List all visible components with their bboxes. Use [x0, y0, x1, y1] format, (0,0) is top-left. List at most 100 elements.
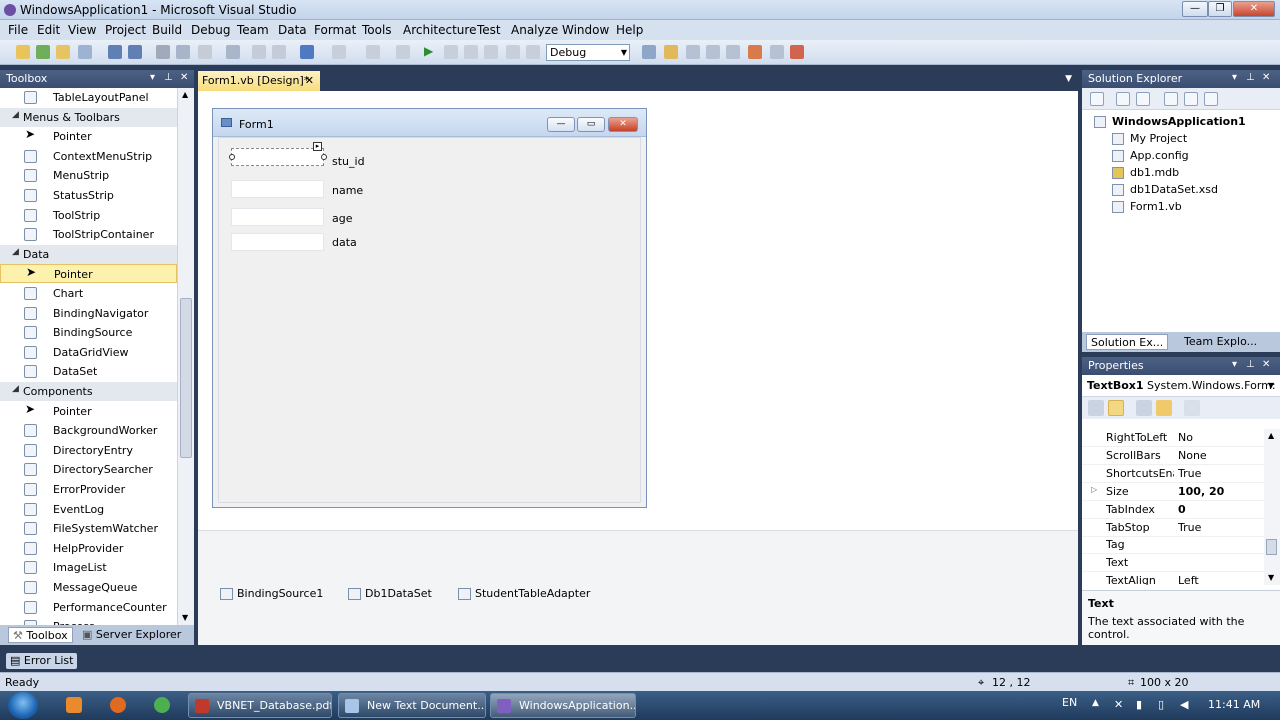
start-button[interactable]	[8, 692, 38, 719]
scroll-up-icon[interactable]: ▲	[182, 90, 188, 99]
tab-server-explorer[interactable]: ▣ Server Explorer	[78, 627, 185, 643]
events-icon[interactable]	[1156, 400, 1172, 416]
property-value[interactable]: No	[1178, 431, 1193, 444]
menu-window[interactable]: Window	[562, 23, 609, 37]
menu-view[interactable]: View	[68, 23, 96, 37]
volume-icon[interactable]: ◀	[1180, 698, 1188, 711]
new-project-icon[interactable]	[16, 45, 30, 59]
property-row-scrollbars[interactable]: ScrollBars None	[1082, 447, 1264, 465]
taskbar-clock[interactable]: 11:41 AM	[1208, 698, 1260, 711]
active-files-chevron-icon[interactable]: ▼	[1065, 74, 1072, 84]
show-all-files-icon[interactable]	[1116, 92, 1130, 106]
toolbox-category-components[interactable]: ◢ Components	[0, 382, 177, 401]
tab-form1-design[interactable]: Form1.vb [Design]* ✕	[198, 71, 320, 91]
tree-item-db1dataset-xsd[interactable]: db1DataSet.xsd	[1112, 183, 1218, 196]
toolbox-item-pointer[interactable]: ➤ Pointer	[0, 264, 177, 284]
solution-configuration-select[interactable]: Debug ▼	[546, 44, 630, 61]
toolbox-item-pointer[interactable]: ➤ Pointer	[0, 402, 177, 421]
class-diagram-icon[interactable]	[1204, 92, 1218, 106]
step-out-icon[interactable]	[526, 45, 540, 59]
smart-tag-icon[interactable]: ▸	[313, 142, 322, 151]
task-new-text-document[interactable]: New Text Document....	[338, 693, 486, 718]
menu-analyze[interactable]: Analyze	[511, 23, 558, 37]
toolbox-item-directorysearcher[interactable]: DirectorySearcher	[0, 460, 177, 479]
toolbox-item-contextmenustrip[interactable]: ContextMenuStrip	[0, 147, 177, 166]
toolbox-item-messagequeue[interactable]: MessageQueue	[0, 578, 177, 597]
task-vbnet-database-pdf[interactable]: VBNET_Database.pdf...	[188, 693, 332, 718]
network-icon[interactable]: ▮	[1136, 698, 1142, 711]
toolbox-icon[interactable]	[726, 45, 740, 59]
property-row-shortcutsenal[interactable]: ShortcutsEnal True	[1082, 465, 1264, 483]
menu-build[interactable]: Build	[152, 23, 182, 37]
label-name[interactable]: name	[332, 184, 363, 197]
form-designer-surface[interactable]: Form1 — ▭ ✕ ▸ stu_id name age data	[198, 91, 1078, 530]
minimize-button[interactable]: —	[1182, 1, 1208, 17]
expand-icon[interactable]: ▷	[1091, 485, 1097, 494]
tray-tool-icon[interactable]: ✕	[1114, 698, 1123, 711]
start-page-icon[interactable]	[748, 45, 762, 59]
scrollbar-thumb[interactable]	[180, 298, 192, 458]
window-position-icon[interactable]: ▾	[1232, 359, 1237, 370]
collapse-icon[interactable]: ◢	[12, 384, 19, 394]
menu-tools[interactable]: Tools	[362, 23, 392, 37]
scroll-down-icon[interactable]: ▼	[182, 613, 188, 622]
properties-scrollbar[interactable]: ▲ ▼	[1264, 429, 1280, 585]
close-icon[interactable]: ✕	[305, 74, 314, 87]
auto-hide-pin-icon[interactable]: ⊥	[164, 72, 173, 83]
close-icon[interactable]: ✕	[180, 72, 188, 83]
save-all-icon[interactable]	[128, 45, 142, 59]
collapse-icon[interactable]: ◢	[12, 110, 19, 120]
tree-item-db1-mdb[interactable]: db1.mdb	[1112, 166, 1179, 179]
scrollbar-thumb[interactable]	[1266, 539, 1277, 555]
paste-icon[interactable]	[198, 45, 212, 59]
property-value[interactable]: True	[1178, 521, 1201, 534]
tray-db1dataset[interactable]: Db1DataSet	[348, 587, 432, 600]
object-browser-icon[interactable]	[706, 45, 720, 59]
toolbox-item-directoryentry[interactable]: DirectoryEntry	[0, 441, 177, 460]
cut-icon[interactable]	[156, 45, 170, 59]
tree-solution-root[interactable]: WindowsApplication1	[1094, 115, 1246, 128]
copy-icon[interactable]	[176, 45, 190, 59]
redo-icon[interactable]	[332, 45, 346, 59]
tree-item-form1-vb[interactable]: Form1.vb	[1112, 200, 1182, 213]
property-row-tabindex[interactable]: TabIndex 0	[1082, 501, 1264, 519]
toolbox-item-performancecounter[interactable]: PerformanceCounter	[0, 598, 177, 617]
property-value[interactable]: 0	[1178, 503, 1186, 516]
property-row-tabstop[interactable]: TabStop True	[1082, 519, 1264, 537]
toolbox-item-pointer[interactable]: ➤ Pointer	[0, 127, 177, 146]
properties-icon[interactable]	[1090, 92, 1104, 106]
task-windowsapplication[interactable]: WindowsApplication...	[490, 693, 636, 718]
textbox-stu-id[interactable]	[231, 148, 324, 166]
error-list-tab[interactable]: ▤ Error List	[6, 653, 78, 669]
property-row-tag[interactable]: Tag	[1082, 536, 1264, 555]
battery-icon[interactable]: ▯	[1158, 698, 1164, 711]
property-row-righttoleft[interactable]: RightToLeft No	[1082, 429, 1264, 447]
add-new-item-icon[interactable]	[78, 45, 92, 59]
save-icon[interactable]	[108, 45, 122, 59]
property-row-size[interactable]: ▷ Size 100, 20	[1082, 483, 1264, 501]
label-stu-id[interactable]: stu_id	[332, 155, 365, 168]
menu-file[interactable]: File	[8, 23, 28, 37]
close-icon[interactable]: ✕	[1262, 72, 1270, 83]
step-over-icon[interactable]	[506, 45, 520, 59]
menu-format[interactable]: Format	[314, 23, 356, 37]
menu-data[interactable]: Data	[278, 23, 307, 37]
properties-window-icon[interactable]	[686, 45, 700, 59]
toolbox-item-errorprovider[interactable]: ErrorProvider	[0, 480, 177, 499]
textbox-name[interactable]	[231, 180, 324, 198]
window-position-icon[interactable]: ▾	[150, 72, 155, 83]
toolbox-item-statusstrip[interactable]: StatusStrip	[0, 186, 177, 205]
tray-bindingsource1[interactable]: BindingSource1	[220, 587, 323, 600]
property-value[interactable]: 100, 20	[1178, 485, 1224, 498]
property-pages-icon[interactable]	[1184, 400, 1200, 416]
property-row-textalign[interactable]: TextAlign Left	[1082, 572, 1264, 585]
navigate-back-icon[interactable]	[366, 45, 380, 59]
command-window-icon[interactable]	[790, 45, 804, 59]
find-icon[interactable]	[226, 45, 240, 59]
property-row-text[interactable]: Text	[1082, 554, 1264, 573]
scroll-up-icon[interactable]: ▲	[1268, 431, 1274, 440]
label-data[interactable]: data	[332, 236, 357, 249]
refresh-icon[interactable]	[1136, 92, 1150, 106]
uncomment-icon[interactable]	[272, 45, 286, 59]
close-button[interactable]: ✕	[1233, 1, 1275, 17]
